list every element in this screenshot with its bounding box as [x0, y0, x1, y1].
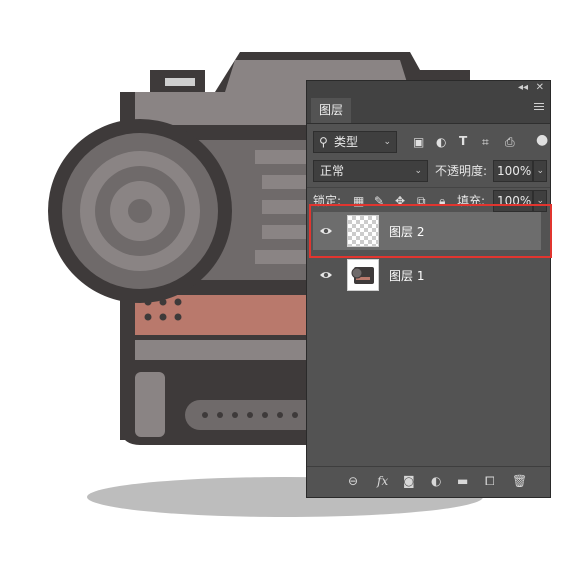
opacity-label: 不透明度: — [435, 164, 488, 178]
lock-label: 锁定: — [313, 194, 342, 208]
panel-tab-row: 图层 — [307, 95, 550, 124]
panel-menu-icon[interactable] — [534, 103, 544, 113]
fill-dropdown[interactable]: ⌄ — [533, 190, 547, 212]
lock-artboard-icon[interactable]: ⧉ — [417, 194, 426, 208]
search-icon: ⚲ — [319, 135, 328, 149]
new-group-icon[interactable]: ▬ — [457, 474, 468, 488]
lock-all-icon[interactable]: 🔒︎ — [439, 194, 445, 208]
add-mask-icon[interactable]: ◙ — [403, 474, 415, 488]
layer-name: 图层 1 — [389, 269, 425, 283]
lock-transparent-icon[interactable]: ▦ — [353, 194, 364, 208]
panel-footer: ⊖ fx ◙ ◐ ▬ ⧠ 🗑︎ — [307, 466, 550, 497]
blend-mode-select[interactable]: 正常 ⌄ — [313, 160, 428, 182]
opacity-input[interactable]: 100% — [493, 160, 533, 182]
panel-titlebar: ◂◂ ✕ — [307, 81, 550, 95]
smart-object-filter-icon[interactable]: ⎙ — [505, 135, 515, 149]
blend-row: 正常 ⌄ 不透明度: 100% ⌄ — [307, 158, 550, 184]
shape-filter-icon[interactable]: ⌗ — [482, 135, 489, 149]
layer-thumbnail-camera — [347, 259, 379, 291]
layer-name: 图层 2 — [389, 225, 425, 239]
delete-layer-icon[interactable]: 🗑︎ — [512, 474, 527, 488]
collapse-icon[interactable]: ◂◂ — [518, 81, 528, 95]
filter-toggle-icon[interactable]: ● — [536, 133, 548, 147]
layer-row-1[interactable]: 图层 1 — [313, 256, 541, 294]
adjustment-filter-icon[interactable]: ◐ — [436, 135, 446, 149]
opacity-dropdown[interactable]: ⌄ — [533, 160, 547, 182]
fill-label: 填充: — [457, 194, 486, 208]
layer-thumbnail-transparent — [347, 215, 379, 247]
filter-kind-select[interactable]: ⚲ 类型 ⌄ — [313, 131, 397, 153]
lock-paint-icon[interactable]: ✎ — [374, 194, 384, 208]
visibility-eye-icon[interactable] — [319, 224, 333, 238]
layer-row-2[interactable]: 图层 2 — [313, 212, 541, 250]
chevron-down-icon: ⌄ — [536, 196, 544, 206]
link-layers-icon[interactable]: ⊖ — [348, 474, 358, 488]
layers-panel: ◂◂ ✕ 图层 ⚲ 类型 ⌄ ▣ ◐ T ⌗ ⎙ ● 正常 ⌄ 不透明度: 10… — [306, 80, 551, 498]
tab-layers[interactable]: 图层 — [311, 98, 351, 123]
chevron-down-icon: ⌄ — [414, 166, 422, 176]
chevron-down-icon: ⌄ — [536, 166, 544, 176]
fx-icon[interactable]: fx — [377, 474, 388, 488]
new-layer-icon[interactable]: ⧠ — [485, 474, 495, 488]
lock-position-icon[interactable]: ✥ — [395, 194, 405, 208]
lock-row: 锁定: ▦ ✎ ✥ ⧉ 🔒︎ 填充: 100% ⌄ — [307, 187, 550, 212]
fill-input[interactable]: 100% — [493, 190, 533, 212]
visibility-eye-icon[interactable] — [319, 268, 333, 282]
type-filter-icon[interactable]: T — [459, 134, 467, 148]
filter-kind-label: 类型 — [334, 135, 359, 149]
blend-mode-value: 正常 — [320, 164, 345, 178]
image-filter-icon[interactable]: ▣ — [413, 135, 424, 149]
chevron-down-icon: ⌄ — [383, 137, 391, 147]
adjustment-layer-icon[interactable]: ◐ — [431, 474, 441, 488]
filter-row: ⚲ 类型 ⌄ ▣ ◐ T ⌗ ⎙ ● — [307, 129, 550, 155]
close-icon[interactable]: ✕ — [536, 81, 544, 95]
